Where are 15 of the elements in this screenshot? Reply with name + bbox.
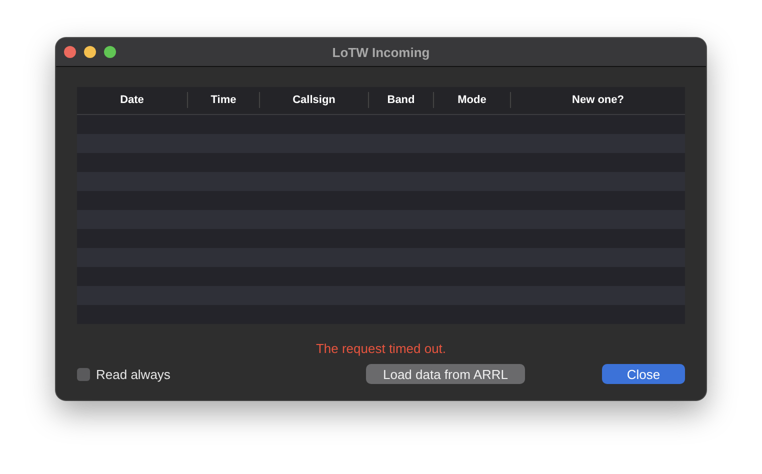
window-title: LoTW Incoming xyxy=(332,44,430,60)
column-header[interactable]: Callsign xyxy=(292,94,336,106)
column-header[interactable]: New one? xyxy=(572,94,624,106)
close-button[interactable] xyxy=(64,46,76,58)
column-header[interactable]: Mode xyxy=(458,94,486,106)
column-header[interactable]: Time xyxy=(210,94,236,106)
minimize-button[interactable] xyxy=(84,46,96,58)
checkbox[interactable] xyxy=(77,368,90,380)
column-header[interactable]: Date xyxy=(120,94,144,106)
checkbox-label[interactable]: Read always xyxy=(96,366,170,382)
close-button[interactable]: Close xyxy=(602,364,685,384)
error-message: The request timed out. xyxy=(316,341,446,356)
column-header[interactable]: Band xyxy=(387,94,415,106)
load-button[interactable]: Load data from ARRL xyxy=(366,364,525,384)
zoom-button[interactable] xyxy=(104,46,116,58)
